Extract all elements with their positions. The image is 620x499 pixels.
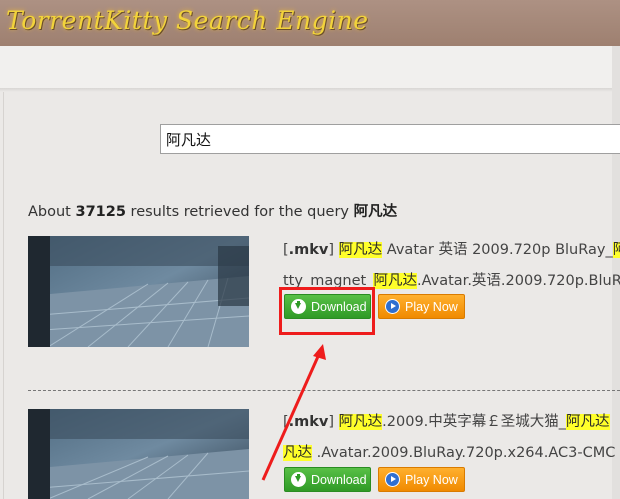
annotation-arrow [261, 344, 326, 481]
